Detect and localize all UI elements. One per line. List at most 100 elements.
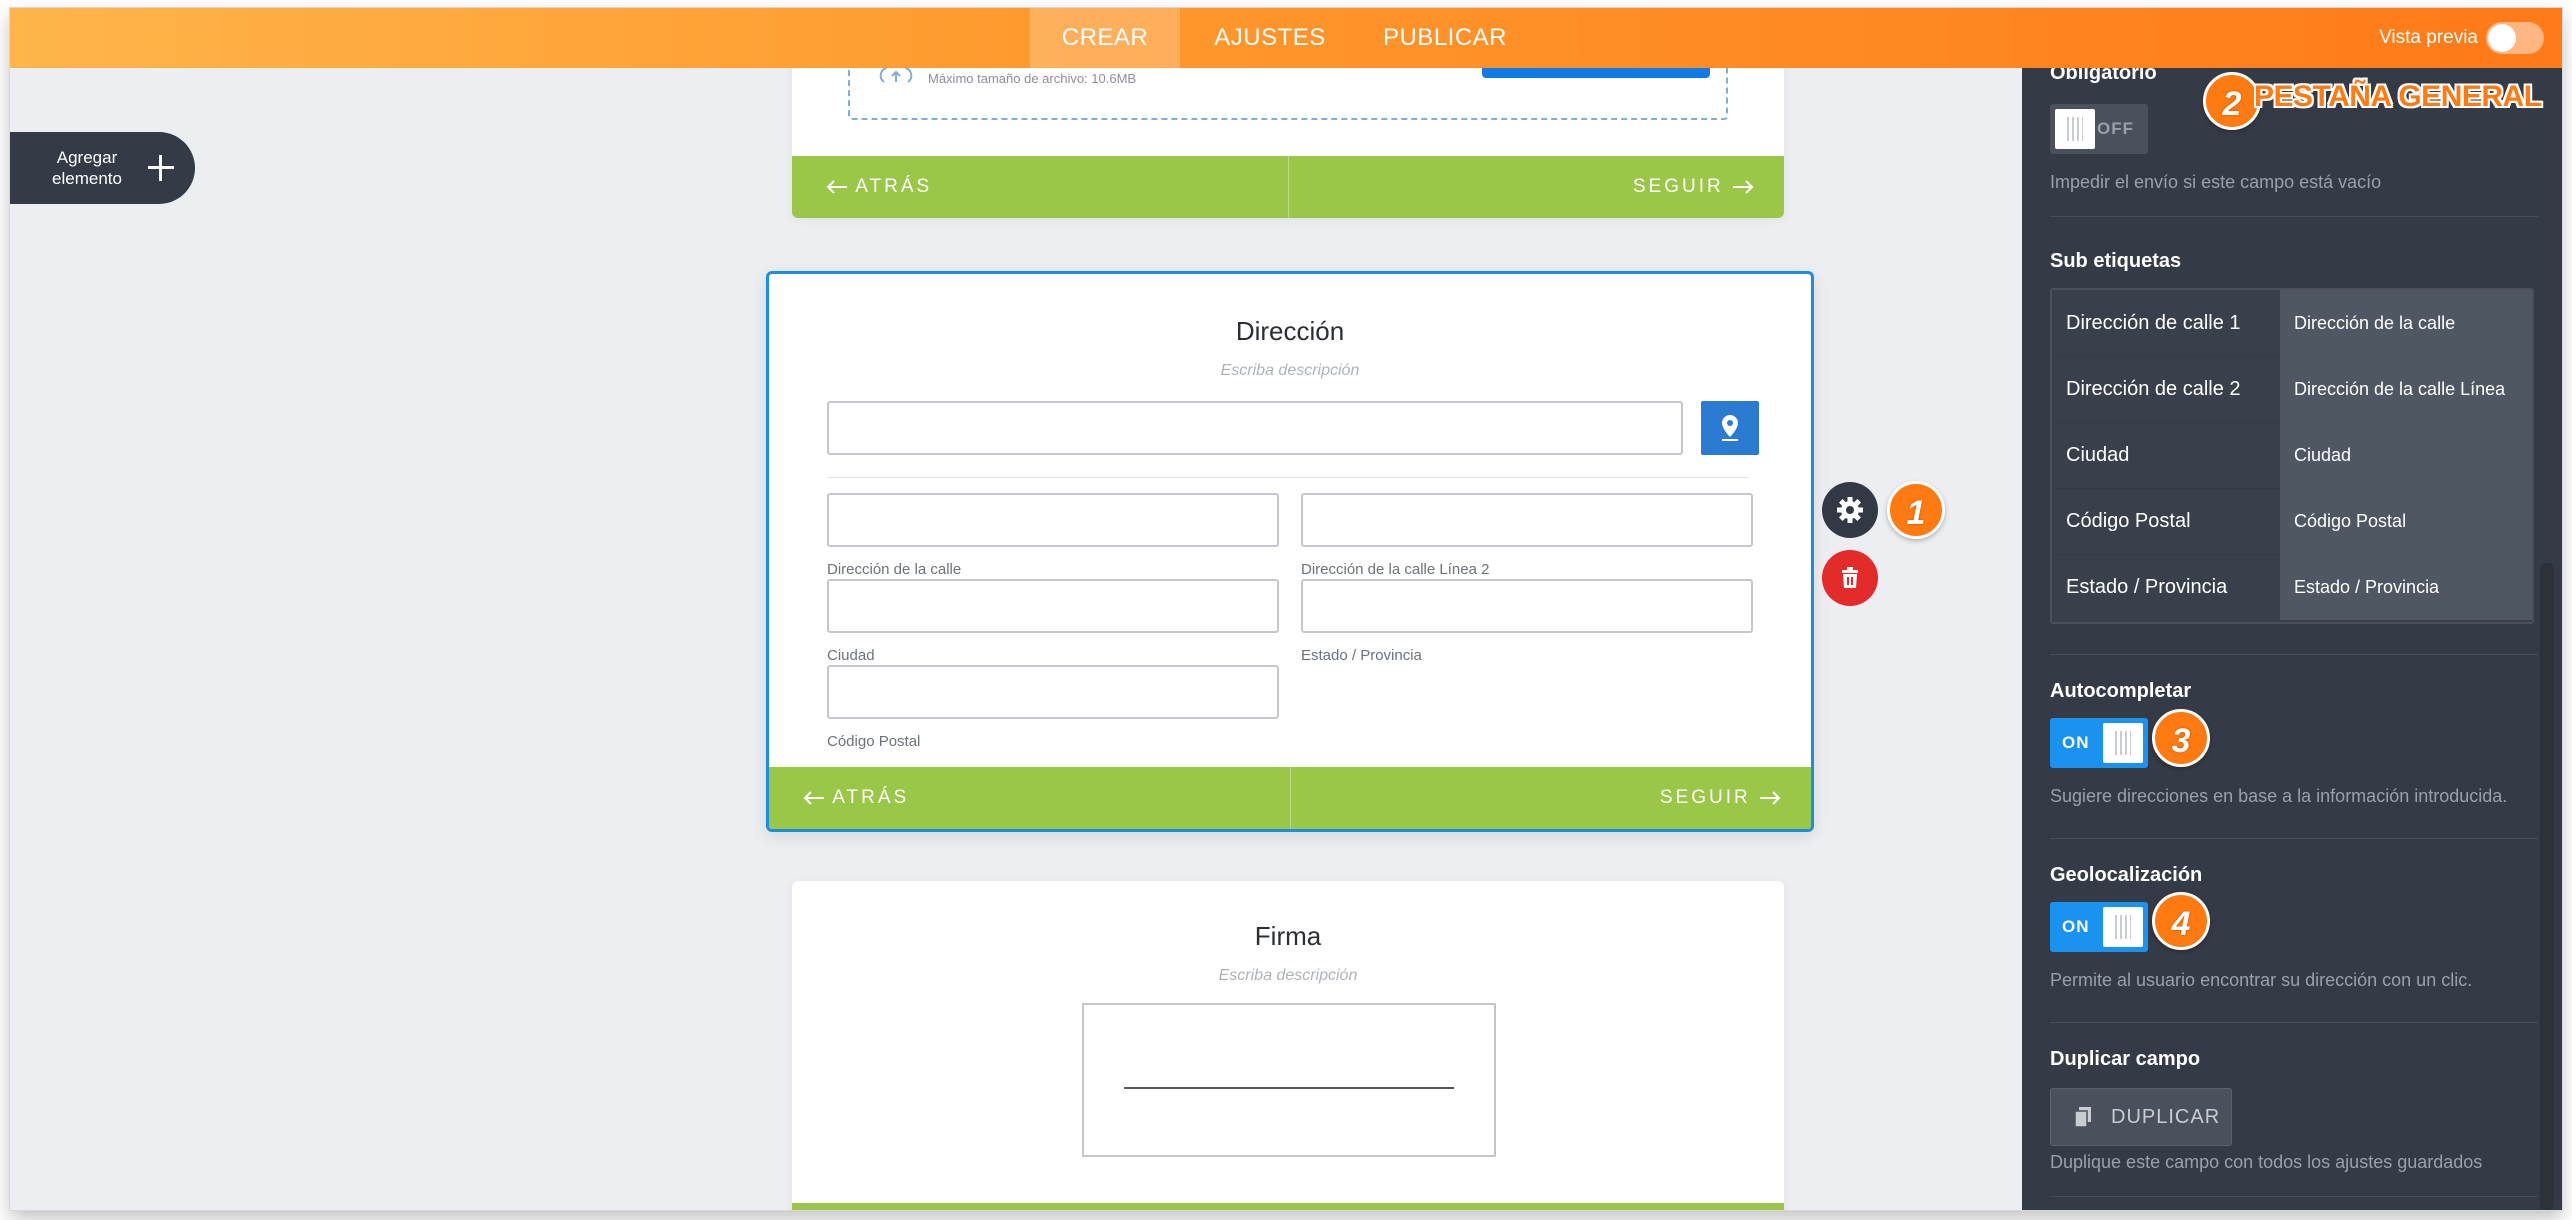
arrow-left-icon <box>803 791 824 805</box>
duplicate-help: Duplique este campo con todos los ajuste… <box>2050 1152 2483 1172</box>
state-province-sublabel: Estado / Provincia <box>1301 647 1422 664</box>
table-row: Dirección de calle 2 Dirección de la cal… <box>2052 356 2532 423</box>
geolocation-toggle-label: ON <box>2062 917 2090 936</box>
sublabel-key: Dirección de calle 2 <box>2066 378 2241 400</box>
signature-card-nav-bar <box>792 1203 1784 1210</box>
nav-divider <box>1288 156 1289 218</box>
section-divider <box>2050 1022 2538 1023</box>
street-address-sublabel: Dirección de la calle <box>827 561 962 578</box>
sublabel-key: Estado / Provincia <box>2066 576 2228 598</box>
sublabel-key: Dirección de calle 1 <box>2066 312 2241 334</box>
table-row: Ciudad Ciudad <box>2052 422 2532 489</box>
add-element-button[interactable]: Agregar elemento <box>10 132 195 204</box>
signature-line <box>1124 1087 1454 1089</box>
geolocation-toggle[interactable]: ON <box>2050 902 2148 952</box>
tab-ajustes[interactable]: AJUSTES <box>1190 8 1350 68</box>
address-card-title[interactable]: Dirección <box>769 316 1811 347</box>
sublabel-value-input[interactable]: Dirección de la calle Línea <box>2280 356 2532 422</box>
sublabel-key: Código Postal <box>2066 510 2191 532</box>
section-divider <box>2050 838 2538 839</box>
signature-field-card[interactable]: Firma Escriba descripción <box>792 881 1784 1210</box>
tab-crear[interactable]: CREAR <box>1030 8 1180 68</box>
sublabels-title: Sub etiquetas <box>2050 250 2182 272</box>
map-pin-icon <box>1722 415 1738 441</box>
sublabel-value-input[interactable]: Ciudad <box>2280 422 2532 488</box>
annotation-badge-1: 1 <box>1887 481 1945 539</box>
section-divider <box>2050 216 2538 217</box>
signature-card-title[interactable]: Firma <box>792 921 1784 952</box>
required-toggle-label: OFF <box>2097 119 2134 138</box>
back-button[interactable]: ATRÁS <box>826 156 932 218</box>
toggle-knob <box>2103 723 2143 763</box>
address-card-nav-bar: ATRÁS SEGUIR <box>769 767 1811 829</box>
tab-publicar[interactable]: PUBLICAR <box>1360 8 1530 68</box>
address-field-card[interactable]: Dirección Escriba descripción Dirección … <box>766 271 1814 832</box>
address-search-input[interactable] <box>827 401 1683 455</box>
annotation-caption-general-tab: PESTAÑA GENERAL <box>2254 80 2542 113</box>
annotation-badge-4: 4 <box>2152 892 2210 950</box>
state-province-input[interactable] <box>1301 579 1753 633</box>
field-settings-button[interactable] <box>1822 482 1878 538</box>
autocomplete-help: Sugiere direcciones en base a la informa… <box>2050 786 2508 806</box>
field-properties-panel: Obligatorio OFF Impedir el envío si este… <box>2022 62 2562 1210</box>
autocomplete-toggle[interactable]: ON <box>2050 718 2148 768</box>
panel-scrollbar[interactable] <box>2540 563 2554 1210</box>
arrow-right-icon <box>1733 180 1754 194</box>
table-row: Estado / Provincia Estado / Provincia <box>2052 554 2532 620</box>
toggle-knob <box>2103 907 2143 947</box>
sublabel-value-input[interactable]: Estado / Provincia <box>2280 554 2532 620</box>
duplicate-button[interactable]: DUPLICAR <box>2050 1088 2232 1146</box>
preview-toggle-knob <box>2488 24 2516 52</box>
table-row: Código Postal Código Postal <box>2052 488 2532 555</box>
autocomplete-title: Autocompletar <box>2050 680 2192 702</box>
preview-label: Vista previa <box>2379 27 2478 48</box>
next-label: SEGUIR <box>1632 176 1724 197</box>
section-divider <box>2050 1196 2538 1197</box>
signature-pad[interactable] <box>1082 1003 1496 1157</box>
gear-icon <box>1837 497 1863 523</box>
next-button[interactable]: SEGUIR <box>1660 767 1781 829</box>
address-divider <box>827 477 1749 478</box>
copy-icon <box>2075 1107 2091 1127</box>
back-button[interactable]: ATRÁS <box>803 767 909 829</box>
upload-card-nav-bar: ATRÁS SEGUIR <box>792 156 1784 218</box>
back-label: ATRÁS <box>832 787 910 808</box>
max-file-size-text: Máximo tamaño de archivo: 10.6MB <box>928 71 1137 86</box>
signature-card-description[interactable]: Escriba descripción <box>792 967 1784 985</box>
address-card-description[interactable]: Escriba descripción <box>769 362 1811 380</box>
city-sublabel: Ciudad <box>827 647 875 664</box>
city-input[interactable] <box>827 579 1279 633</box>
autocomplete-toggle-label: ON <box>2062 733 2090 752</box>
nav-divider <box>1290 767 1291 829</box>
app-window: CREAR AJUSTES PUBLICAR Vista previa Agre… <box>10 8 2562 1210</box>
sublabel-value-input[interactable]: Código Postal <box>2280 488 2532 554</box>
postal-code-input[interactable] <box>827 665 1279 719</box>
arrow-right-icon <box>1760 791 1781 805</box>
next-label: SEGUIR <box>1659 787 1751 808</box>
duplicate-button-label: DUPLICAR <box>2111 1106 2221 1128</box>
next-button[interactable]: SEGUIR <box>1633 156 1754 218</box>
arrow-left-icon <box>826 180 847 194</box>
top-navigation-bar: CREAR AJUSTES PUBLICAR Vista previa <box>10 8 2562 68</box>
section-divider <box>2050 654 2538 655</box>
geolocation-help: Permite al usuario encontrar su direcció… <box>2050 970 2473 990</box>
sublabels-table: Dirección de calle 1 Dirección de la cal… <box>2050 288 2534 624</box>
trash-icon <box>1842 567 1858 588</box>
duplicate-title: Duplicar campo <box>2050 1048 2201 1070</box>
required-toggle[interactable]: OFF <box>2050 104 2148 154</box>
sublabel-key: Ciudad <box>2066 444 2130 466</box>
street-address-input[interactable] <box>827 493 1279 547</box>
sublabel-value-input[interactable]: Dirección de la calle <box>2280 290 2532 356</box>
preview-toggle[interactable] <box>2486 22 2544 54</box>
street-address-line2-input[interactable] <box>1301 493 1753 547</box>
geolocation-title: Geolocalización <box>2050 864 2203 886</box>
annotation-badge-3: 3 <box>2152 709 2210 767</box>
back-label: ATRÁS <box>855 176 933 197</box>
postal-code-sublabel: Código Postal <box>827 733 921 750</box>
delete-field-button[interactable] <box>1822 550 1878 606</box>
add-element-label: Agregar elemento <box>52 148 122 188</box>
toggle-knob <box>2055 109 2095 149</box>
table-row: Dirección de calle 1 Dirección de la cal… <box>2052 290 2532 357</box>
required-help: Impedir el envío si este campo está vací… <box>2050 172 2382 192</box>
geolocation-button[interactable] <box>1701 401 1759 455</box>
